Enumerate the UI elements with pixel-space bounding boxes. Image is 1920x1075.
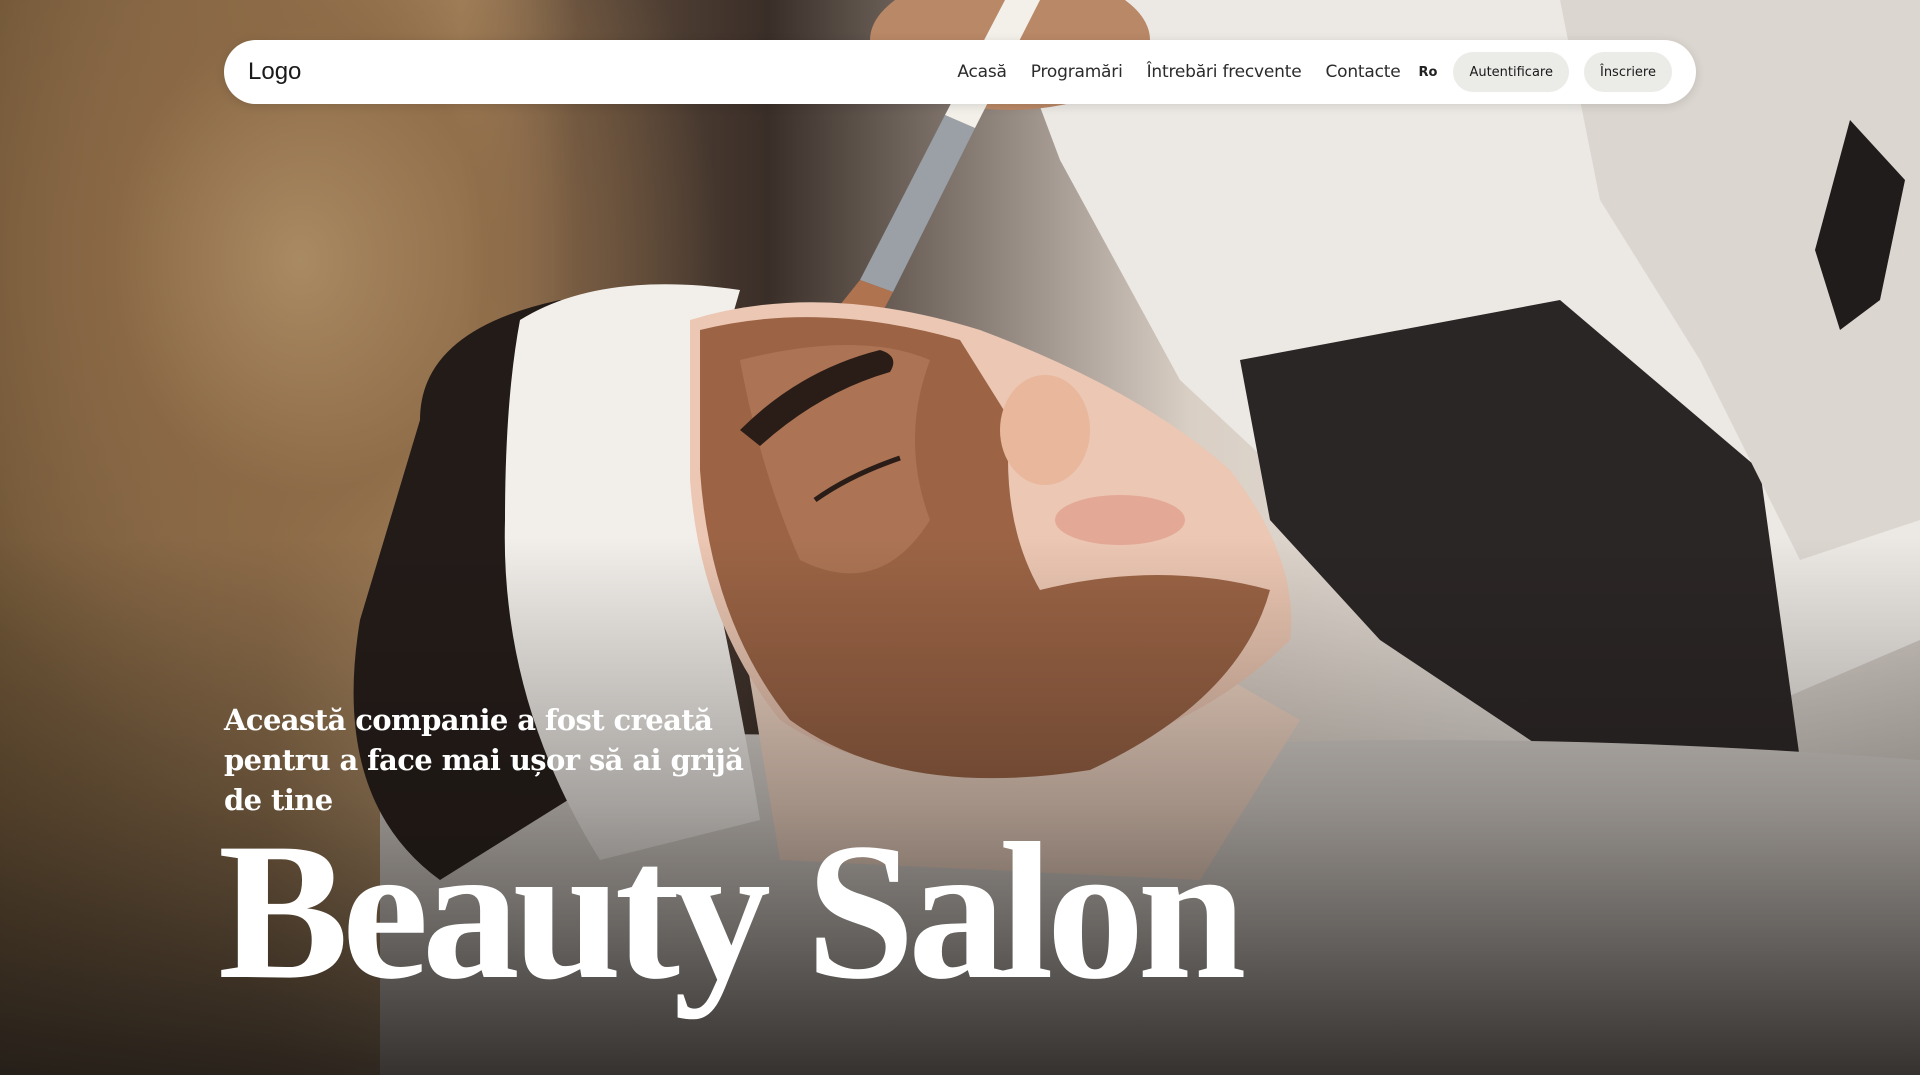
logo[interactable]: Logo (248, 58, 301, 86)
navbar: Logo Acasă Programări Întrebări frecvent… (224, 40, 1696, 104)
nav-link-contacts[interactable]: Contacte (1325, 62, 1400, 82)
signup-button[interactable]: Înscriere (1583, 52, 1672, 92)
nav-link-home[interactable]: Acasă (957, 62, 1007, 82)
login-button[interactable]: Autentificare (1453, 52, 1569, 92)
nav-links: Acasă Programări Întrebări frecvente Con… (957, 62, 1400, 82)
language-selector[interactable]: Ro (1418, 65, 1437, 80)
hero-tagline: Această companie a fost creată pentru a … (224, 703, 744, 817)
nav-link-faq[interactable]: Întrebări frecvente (1147, 62, 1302, 82)
nav-link-appointments[interactable]: Programări (1031, 62, 1123, 82)
hero-title: Beauty Salon (218, 803, 1246, 1020)
